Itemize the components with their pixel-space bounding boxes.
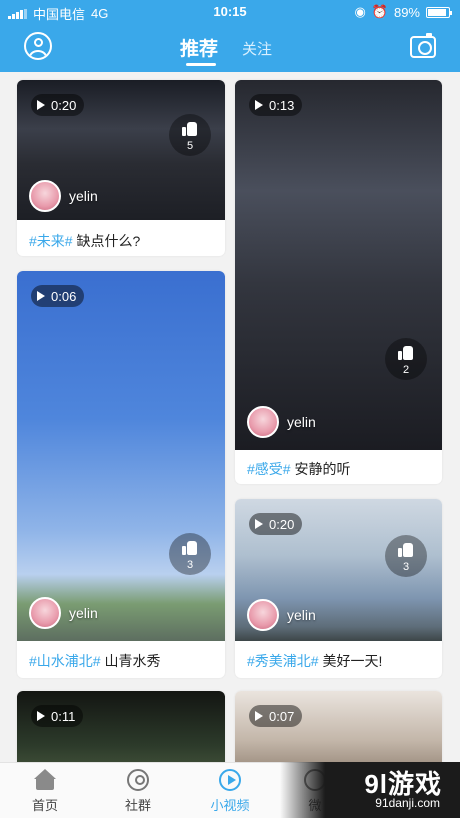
avatar [29,180,61,212]
play-icon [37,100,45,110]
like-count: 3 [186,559,194,571]
header-nav: 推荐 关注 [0,28,460,68]
hashtag[interactable]: #未来# [29,233,73,249]
video-card[interactable]: 0:20 3 yelin #秀美浦北# 美好一天! [235,499,442,678]
play-circle-icon [219,769,241,791]
like-count: 3 [402,561,410,573]
hashtag[interactable]: #山水浦北# [29,653,101,669]
caption: #山水浦北# 山青水秀 [29,653,161,669]
top-bar: 中国电信 4G 10:15 ◉ ⏰ 89% 推荐 关注 [0,0,460,72]
camera-icon[interactable] [410,33,436,58]
hashtag[interactable]: #秀美浦北# [247,653,319,669]
play-icon [37,291,45,301]
like-button[interactable]: 5 [169,114,211,156]
thumbs-up-icon [398,346,414,360]
profile-icon[interactable] [24,32,52,60]
battery-percent: 89% [393,4,420,20]
thumbs-up-icon [398,543,414,557]
play-icon [255,711,263,721]
caption: #秀美浦北# 美好一天! [247,653,383,669]
play-icon [37,711,45,721]
thumbs-up-icon [182,541,198,555]
tab-following[interactable]: 关注 [242,38,272,59]
avatar [247,406,279,438]
tab-recommended[interactable]: 推荐 [180,34,218,61]
community-icon [127,769,149,791]
author[interactable]: yelin [29,597,98,629]
username: yelin [287,414,316,430]
username: yelin [287,607,316,623]
like-button[interactable]: 3 [169,533,211,575]
duration-badge: 0:20 [249,513,303,535]
caption: #未来# 缺点什么? [29,233,141,249]
duration-badge: 0:13 [249,94,303,116]
duration-badge: 0:07 [249,705,303,727]
battery-icon [426,6,452,18]
video-card[interactable]: 0:13 2 yelin #感受# 安静的听 [235,80,442,484]
avatar [247,599,279,631]
avatar [29,597,61,629]
lock-rotation-icon: ◉ [354,4,366,19]
duration-badge: 0:06 [31,285,85,307]
video-card[interactable]: 0:20 5 yelin #未来# 缺点什么? [17,80,225,256]
like-count: 5 [186,140,194,152]
watermark-url: 91danji.com [375,796,440,810]
thumbs-up-icon [182,122,198,136]
play-icon [255,100,263,110]
status-bar: 中国电信 4G 10:15 ◉ ⏰ 89% [0,0,460,24]
duration-badge: 0:20 [31,94,85,116]
caption: #感受# 安静的听 [247,461,351,477]
alarm-icon: ⏰ [371,4,388,19]
hashtag[interactable]: #感受# [247,461,291,477]
tab-short-video[interactable]: 小视频 [190,769,270,814]
like-button[interactable]: 2 [385,338,427,380]
play-icon [255,519,263,529]
username: yelin [69,605,98,621]
author[interactable]: yelin [247,599,316,631]
tab-community[interactable]: 社群 [98,769,178,814]
author[interactable]: yelin [247,406,316,438]
username: yelin [69,188,98,204]
like-count: 2 [402,364,410,376]
author[interactable]: yelin [29,180,98,212]
video-card[interactable]: 0:06 3 yelin #山水浦北# 山青水秀 [17,271,225,678]
tab-home[interactable]: 首页 [5,769,85,814]
video-thumbnail [17,271,225,641]
watermark: 9l游戏 91danji.com [280,762,460,818]
tab-indicator [186,63,216,66]
home-icon [34,769,56,791]
duration-badge: 0:11 [31,705,84,727]
video-thumbnail [235,80,442,450]
like-button[interactable]: 3 [385,535,427,577]
